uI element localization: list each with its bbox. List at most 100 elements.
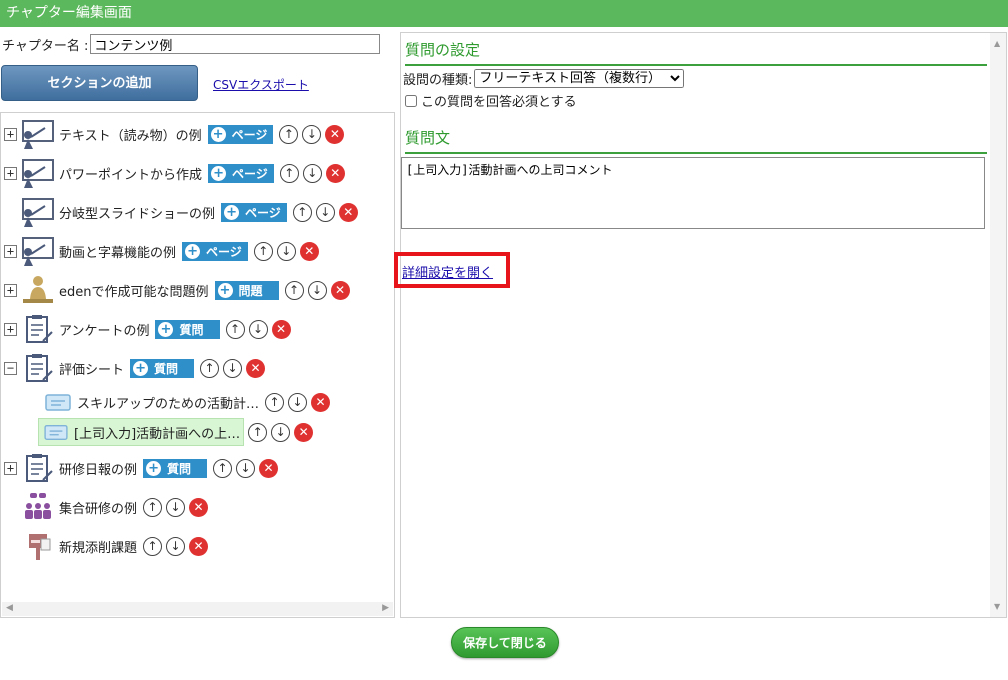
- tree-row[interactable]: + テキスト（読み物）の例 + ページ ↑ ↓ ✕: [4, 119, 345, 149]
- plus-icon: +: [158, 321, 174, 337]
- add-page-button[interactable]: + ページ: [208, 163, 274, 183]
- scroll-up-icon[interactable]: ▲: [994, 39, 1000, 48]
- move-up-icon[interactable]: ↑: [265, 392, 285, 412]
- question-settings-heading: 質問の設定: [405, 39, 987, 66]
- move-down-icon[interactable]: ↓: [302, 163, 322, 183]
- add-page-button[interactable]: + ページ: [207, 124, 274, 144]
- expand-icon[interactable]: +: [4, 461, 17, 475]
- question-text-input[interactable]: [上司入力]活動計画への上司コメント: [401, 157, 985, 229]
- delete-icon[interactable]: ✕: [189, 497, 209, 517]
- tree-item-label[interactable]: 研修日報の例: [59, 459, 137, 478]
- expand-icon[interactable]: +: [4, 322, 17, 336]
- expand-icon[interactable]: +: [4, 166, 17, 180]
- save-and-close-button[interactable]: 保存して閉じる: [451, 627, 559, 658]
- move-down-icon[interactable]: ↓: [236, 458, 256, 478]
- move-up-icon[interactable]: ↑: [248, 422, 268, 442]
- tree-row[interactable]: + edenで作成可能な問題例 + 問題 ↑ ↓ ✕: [4, 276, 350, 303]
- tree-row[interactable]: 集合研修の例 ↑ ↓ ✕: [4, 493, 209, 520]
- delete-icon[interactable]: ✕: [299, 241, 319, 261]
- tree-item-label[interactable]: edenで作成可能な問題例: [59, 281, 209, 300]
- tree-item-label[interactable]: アンケートの例: [59, 320, 149, 339]
- tree-row[interactable]: − 評価シート + 質問 ↑ ↓ ✕: [4, 353, 266, 383]
- question-type-select[interactable]: フリーテキスト回答（複数行）: [474, 69, 685, 88]
- expand-icon[interactable]: +: [4, 244, 17, 258]
- move-down-icon[interactable]: ↓: [166, 497, 186, 517]
- add-page-button[interactable]: + ページ: [182, 241, 248, 261]
- scroll-right-icon[interactable]: ▶: [382, 603, 389, 613]
- post-box-icon: [21, 531, 55, 561]
- tree-item-label[interactable]: 集合研修の例: [59, 498, 137, 517]
- horizontal-scrollbar[interactable]: ◀ ▶: [2, 602, 393, 616]
- tree-item-label[interactable]: 評価シート: [59, 359, 124, 378]
- tree-item-label[interactable]: 分岐型スライドショーの例: [59, 203, 215, 222]
- tree-row[interactable]: + 動画と字幕機能の例 + ページ ↑ ↓ ✕: [4, 237, 319, 266]
- add-question-button[interactable]: + 質問: [130, 358, 195, 378]
- move-up-icon[interactable]: ↑: [279, 124, 299, 144]
- tree-row[interactable]: 分岐型スライドショーの例 + ページ ↑ ↓ ✕: [4, 198, 358, 227]
- tree-item-label[interactable]: 新規添削課題: [59, 537, 137, 556]
- add-question-button[interactable]: + 質問: [155, 319, 220, 339]
- move-down-icon[interactable]: ↓: [315, 202, 335, 222]
- move-up-icon[interactable]: ↑: [200, 358, 220, 378]
- tag-label: ページ: [231, 127, 268, 142]
- delete-icon[interactable]: ✕: [259, 458, 279, 478]
- presentation-icon: [21, 119, 55, 149]
- tree-row[interactable]: [上司入力]活動計画への上… ↑ ↓ ✕: [38, 418, 314, 446]
- clipboard-icon: [21, 353, 55, 383]
- move-down-icon[interactable]: ↓: [223, 358, 243, 378]
- delete-icon[interactable]: ✕: [294, 422, 314, 442]
- expand-icon[interactable]: +: [4, 283, 17, 297]
- move-down-icon[interactable]: ↓: [307, 280, 327, 300]
- delete-icon[interactable]: ✕: [325, 163, 345, 183]
- move-up-icon[interactable]: ↑: [253, 241, 273, 261]
- tree-item-label[interactable]: スキルアップのための活動計…: [77, 393, 259, 412]
- move-up-icon[interactable]: ↑: [225, 319, 245, 339]
- move-down-icon[interactable]: ↓: [302, 124, 322, 144]
- move-down-icon[interactable]: ↓: [276, 241, 296, 261]
- expand-icon[interactable]: +: [4, 127, 17, 141]
- required-row[interactable]: この質問を回答必須とする: [405, 91, 577, 110]
- add-section-button[interactable]: セクションの追加: [1, 65, 198, 101]
- move-down-icon[interactable]: ↓: [166, 536, 186, 556]
- move-up-icon[interactable]: ↑: [292, 202, 312, 222]
- scroll-down-icon[interactable]: ▼: [994, 602, 1000, 611]
- move-down-icon[interactable]: ↓: [288, 392, 308, 412]
- plus-icon: +: [211, 165, 227, 181]
- move-down-icon[interactable]: ↓: [248, 319, 268, 339]
- move-up-icon[interactable]: ↑: [143, 497, 163, 517]
- tree-row[interactable]: + 研修日報の例 + 質問 ↑ ↓ ✕: [4, 454, 279, 482]
- expand-spacer: [4, 206, 17, 219]
- open-advanced-settings-link[interactable]: 詳細設定を開く: [402, 262, 493, 281]
- delete-icon[interactable]: ✕: [325, 124, 345, 144]
- delete-icon[interactable]: ✕: [330, 280, 350, 300]
- tree-item-selected[interactable]: [上司入力]活動計画への上…: [38, 418, 245, 446]
- required-checkbox[interactable]: [405, 94, 417, 107]
- delete-icon[interactable]: ✕: [246, 358, 266, 378]
- move-down-icon[interactable]: ↓: [271, 422, 291, 442]
- delete-icon[interactable]: ✕: [271, 319, 291, 339]
- tree-row[interactable]: + アンケートの例 + 質問 ↑ ↓ ✕: [4, 315, 291, 343]
- scroll-left-icon[interactable]: ◀: [6, 603, 13, 613]
- csv-export-link[interactable]: CSVエクスポート: [213, 76, 309, 93]
- tree-row[interactable]: スキルアップのための活動計… ↑ ↓ ✕: [43, 389, 331, 415]
- move-up-icon[interactable]: ↑: [284, 280, 304, 300]
- add-question-button[interactable]: + 問題: [214, 280, 279, 300]
- tree-item-label[interactable]: テキスト（読み物）の例: [59, 125, 202, 144]
- chapter-name-input[interactable]: [90, 34, 381, 54]
- tree-row[interactable]: + パワーポイントから作成 + ページ ↑ ↓ ✕: [4, 159, 345, 188]
- delete-icon[interactable]: ✕: [189, 536, 209, 556]
- plus-icon: +: [224, 204, 240, 220]
- move-up-icon[interactable]: ↑: [143, 536, 163, 556]
- tree-item-label[interactable]: パワーポイントから作成: [59, 164, 202, 183]
- delete-icon[interactable]: ✕: [338, 202, 358, 222]
- vertical-scrollbar[interactable]: ▲ ▼: [990, 33, 1006, 617]
- tree-row[interactable]: 新規添削課題 ↑ ↓ ✕: [4, 531, 209, 561]
- plus-icon: +: [185, 243, 201, 259]
- delete-icon[interactable]: ✕: [311, 392, 331, 412]
- move-up-icon[interactable]: ↑: [213, 458, 233, 478]
- collapse-icon[interactable]: −: [4, 361, 17, 375]
- add-question-button[interactable]: + 質問: [143, 458, 208, 478]
- add-page-button[interactable]: + ページ: [221, 202, 287, 222]
- tree-item-label[interactable]: 動画と字幕機能の例: [59, 242, 176, 261]
- move-up-icon[interactable]: ↑: [279, 163, 299, 183]
